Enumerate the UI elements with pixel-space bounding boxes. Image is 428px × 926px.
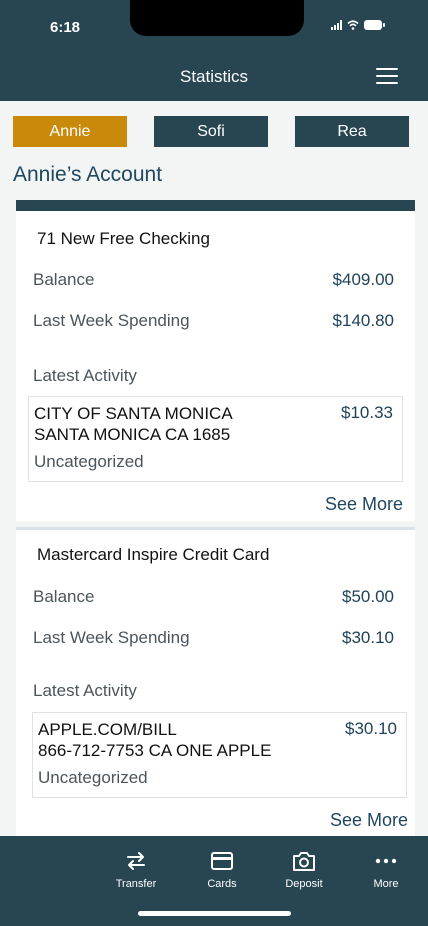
spending-label: Last Week Spending: [33, 311, 190, 330]
wifi-icon: [347, 20, 359, 30]
see-more-link[interactable]: See More: [325, 494, 403, 515]
activity-amount: $10.33: [341, 403, 393, 422]
account-card-checking: 71 New Free Checking Balance $409.00 Las…: [16, 200, 415, 521]
card-icon: [211, 852, 233, 870]
spending-value: $30.10: [342, 628, 394, 647]
person-tab-rea[interactable]: Rea: [295, 116, 409, 147]
balance-value: $50.00: [342, 587, 394, 606]
latest-activity-label: Latest Activity: [33, 681, 137, 700]
camera-icon: [293, 852, 315, 871]
nav-transfer[interactable]: Transfer: [101, 848, 171, 890]
balance-value: $409.00: [332, 270, 394, 289]
device-notch: [130, 0, 304, 36]
activity-line-2: 866-712-7753 CA ONE APPLE: [38, 741, 272, 760]
hamburger-icon: [376, 68, 398, 70]
activity-category: Uncategorized: [38, 768, 148, 787]
status-icons: [331, 20, 385, 30]
balance-label: Balance: [33, 587, 95, 606]
latest-activity-label: Latest Activity: [33, 366, 137, 385]
activity-line-1: CITY OF SANTA MONICA: [34, 404, 233, 423]
battery-icon: [364, 20, 385, 30]
account-name: 71 New Free Checking: [37, 229, 210, 248]
activity-description: CITY OF SANTA MONICA SANTA MONICA CA 168…: [34, 403, 233, 445]
page-title: Statistics: [179, 67, 249, 86]
more-icon: [375, 858, 397, 864]
person-tabs: Annie Sofi Rea: [13, 116, 409, 147]
activity-line-1: APPLE.COM/BILL: [38, 720, 177, 739]
status-time: 6:18: [50, 19, 81, 36]
nav-more[interactable]: More: [351, 848, 421, 890]
top-bar: 6:18 Statistics: [0, 0, 428, 101]
nav-label: More: [373, 878, 399, 890]
spending-value: $140.80: [332, 311, 394, 330]
activity-description: APPLE.COM/BILL 866-712-7753 CA ONE APPLE: [38, 719, 271, 761]
activity-amount: $30.10: [345, 719, 397, 738]
balance-label: Balance: [33, 270, 95, 289]
signal-icon: [331, 20, 342, 30]
nav-label: Deposit: [285, 878, 323, 890]
person-tab-sofi[interactable]: Sofi: [154, 116, 268, 147]
nav-label: Transfer: [115, 878, 157, 890]
nav-deposit[interactable]: Deposit: [269, 848, 339, 890]
nav-label: Cards: [207, 878, 237, 890]
account-card-credit: Mastercard Inspire Credit Card Balance $…: [16, 527, 415, 836]
menu-button[interactable]: [376, 68, 398, 84]
home-indicator[interactable]: [138, 911, 291, 916]
person-tab-annie[interactable]: Annie: [13, 116, 127, 147]
activity-item[interactable]: CITY OF SANTA MONICA SANTA MONICA CA 168…: [28, 396, 403, 482]
spending-label: Last Week Spending: [33, 628, 190, 647]
account-name: Mastercard Inspire Credit Card: [37, 545, 270, 564]
activity-category: Uncategorized: [34, 452, 144, 471]
activity-item[interactable]: APPLE.COM/BILL 866-712-7753 CA ONE APPLE…: [32, 712, 407, 798]
see-more-link[interactable]: See More: [330, 810, 408, 831]
activity-line-2: SANTA MONICA CA 1685: [34, 425, 231, 444]
transfer-icon: [127, 852, 145, 870]
nav-cards[interactable]: Cards: [187, 848, 257, 890]
account-title: Annie’s Account: [13, 163, 163, 186]
